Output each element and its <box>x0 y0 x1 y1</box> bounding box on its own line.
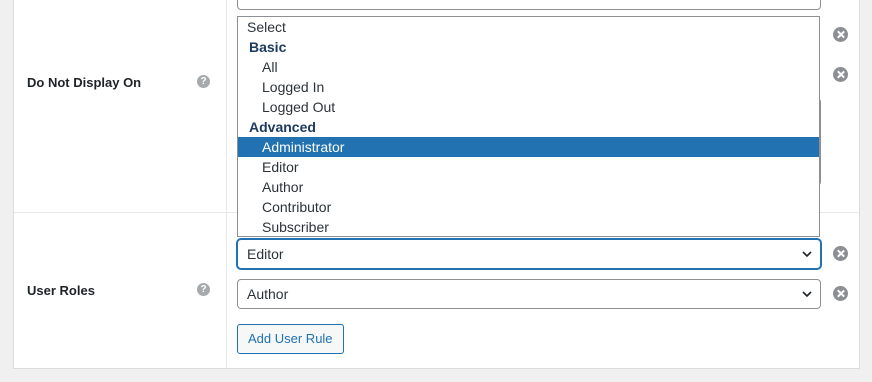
help-icon[interactable]: ? <box>197 75 210 88</box>
select-dropdown-list[interactable]: Select Basic All Logged In Logged Out Ad… <box>237 16 820 237</box>
chevron-down-icon <box>802 291 812 298</box>
dropdown-option-logged-in[interactable]: Logged In <box>238 77 819 97</box>
do-not-display-on-label: Do Not Display On <box>27 75 142 90</box>
dropdown-option-contributor[interactable]: Contributor <box>238 197 819 217</box>
remove-icon[interactable] <box>833 246 848 261</box>
dropdown-group-advanced: Advanced <box>249 119 316 135</box>
user-role-select-value: Editor <box>247 246 284 262</box>
user-role-select[interactable]: Author <box>237 279 821 309</box>
dropdown-option-all[interactable]: All <box>238 57 819 77</box>
user-role-select[interactable]: Editor <box>237 239 821 269</box>
dropdown-option-editor[interactable]: Editor <box>238 157 819 177</box>
dropdown-option-author[interactable]: Author <box>238 177 819 197</box>
help-icon[interactable]: ? <box>197 283 210 296</box>
dropdown-option-select[interactable]: Select <box>238 17 819 37</box>
display-select-partial[interactable] <box>237 0 821 10</box>
dropdown-option-administrator[interactable]: Administrator <box>238 137 819 157</box>
user-roles-label: User Roles <box>27 283 95 298</box>
column-divider <box>226 0 227 368</box>
remove-icon[interactable] <box>833 67 848 82</box>
dropdown-option-logged-out[interactable]: Logged Out <box>238 97 819 117</box>
dropdown-option-subscriber[interactable]: Subscriber <box>238 217 819 237</box>
chevron-down-icon <box>802 251 812 258</box>
user-role-select-value: Author <box>247 286 289 302</box>
remove-icon[interactable] <box>833 27 848 42</box>
add-user-rule-button[interactable]: Add User Rule <box>237 324 344 354</box>
dropdown-group-basic: Basic <box>249 39 287 55</box>
remove-icon[interactable] <box>833 286 848 301</box>
